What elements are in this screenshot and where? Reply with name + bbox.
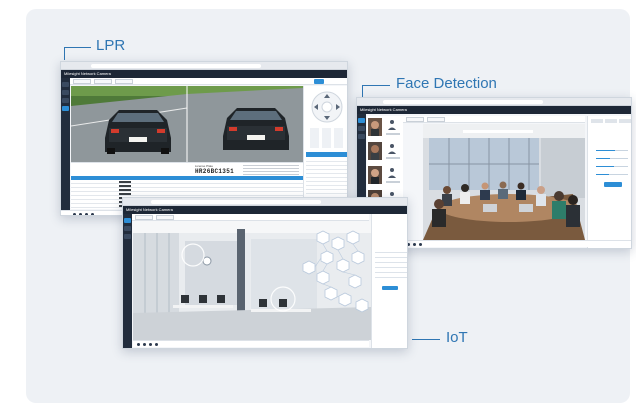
iot-toolbar — [132, 214, 369, 221]
face-settings-panel — [587, 116, 631, 248]
iot-callout-line — [412, 339, 440, 340]
ptz-direction-pad[interactable] — [310, 90, 344, 124]
face-settings-tabs[interactable] — [591, 119, 631, 123]
lpr-browser-bar — [61, 62, 347, 70]
iot-sidebar — [123, 214, 132, 348]
record-icon[interactable] — [419, 243, 422, 246]
iot-mode-select[interactable] — [156, 215, 174, 220]
face-callout-tick — [362, 85, 363, 97]
lpr-car-left — [105, 110, 171, 154]
face-sidebar-item-playback[interactable] — [358, 126, 365, 131]
face-app-title: Milesight Network Camera — [360, 107, 407, 112]
lpr-label: LPR — [96, 37, 126, 54]
iot-sidebar-item-live[interactable] — [124, 218, 131, 223]
lpr-sidebar-item-lpr[interactable] — [62, 106, 69, 111]
ptz-zoom-controls[interactable] — [310, 128, 344, 148]
face-bottom-bar — [403, 240, 631, 247]
audio-icon[interactable] — [155, 343, 158, 346]
iot-sidebar-item-settings[interactable] — [124, 234, 131, 239]
iot-live-view — [133, 221, 371, 340]
snapshot-icon[interactable] — [143, 343, 146, 346]
lpr-sidebar-item-live[interactable] — [62, 82, 69, 87]
lpr-toolbar — [70, 78, 347, 85]
iot-sidebar-item-playback[interactable] — [124, 226, 131, 231]
face-callout-line — [362, 85, 390, 86]
lpr-mode-select[interactable] — [73, 79, 91, 84]
face-sidebar-item-live[interactable] — [358, 118, 365, 123]
face-app-bar: Milesight Network Camera — [357, 106, 631, 114]
iot-window: Milesight Network Camera — [122, 197, 408, 349]
lpr-app-bar: Milesight Network Camera — [61, 70, 347, 78]
lpr-stream-select[interactable] — [94, 79, 112, 84]
audio-icon[interactable] — [91, 213, 94, 215]
iot-app-bar: Milesight Network Camera — [123, 206, 407, 214]
iot-bottom-bar — [133, 340, 369, 347]
snapshot-icon[interactable] — [79, 213, 82, 215]
face-browser-bar — [357, 98, 631, 106]
iot-apply-button[interactable] — [382, 286, 398, 290]
face-stream-select[interactable] — [406, 117, 424, 122]
lpr-live-view — [71, 86, 303, 162]
lpr-apply-button[interactable] — [314, 79, 324, 84]
record-icon[interactable] — [85, 213, 88, 215]
brightness-slider[interactable] — [596, 150, 628, 151]
sharpness-slider[interactable] — [596, 174, 628, 175]
lpr-sidebar — [61, 78, 70, 215]
lpr-plate-details — [243, 165, 299, 175]
iot-stream-select[interactable] — [135, 215, 153, 220]
saturation-slider[interactable] — [596, 166, 628, 167]
contrast-slider[interactable] — [596, 158, 628, 159]
ptz-preset-list — [306, 158, 347, 198]
lpr-callout-tick — [64, 47, 65, 60]
lpr-car-right — [223, 108, 289, 150]
lpr-plate-number: HR26BC1351 — [195, 168, 235, 175]
face-detection-label: Face Detection — [396, 75, 497, 92]
face-sidebar-item-settings[interactable] — [358, 134, 365, 139]
iot-settings-panel — [371, 214, 407, 348]
iot-browser-bar — [123, 198, 407, 206]
lpr-plate-panel: License Plate HR26BC1351 — [71, 162, 303, 176]
face-address-bar[interactable] — [383, 100, 543, 104]
iot-label: IoT — [446, 329, 468, 346]
face-save-button[interactable] — [604, 182, 622, 187]
lpr-sidebar-item-settings[interactable] — [62, 98, 69, 103]
snapshot-icon[interactable] — [413, 243, 416, 246]
play-icon[interactable] — [137, 343, 140, 346]
iot-sensor-list — [375, 248, 407, 282]
iot-app-title: Milesight Network Camera — [126, 207, 173, 212]
lpr-window: Milesight Network Camera License Plate H… — [60, 61, 348, 216]
lpr-app-title: Milesight Network Camera — [64, 71, 111, 76]
face-live-view — [423, 124, 585, 240]
record-icon[interactable] — [149, 343, 152, 346]
face-toolbar — [403, 116, 585, 123]
lpr-sidebar-item-playback[interactable] — [62, 90, 69, 95]
iot-address-bar[interactable] — [151, 200, 321, 204]
face-mode-select[interactable] — [427, 117, 445, 122]
lpr-address-bar[interactable] — [91, 64, 261, 68]
ptz-preset-tabs[interactable] — [306, 152, 347, 157]
lpr-channel-select[interactable] — [115, 79, 133, 84]
lpr-callout-line — [64, 47, 91, 48]
play-icon[interactable] — [73, 213, 76, 215]
